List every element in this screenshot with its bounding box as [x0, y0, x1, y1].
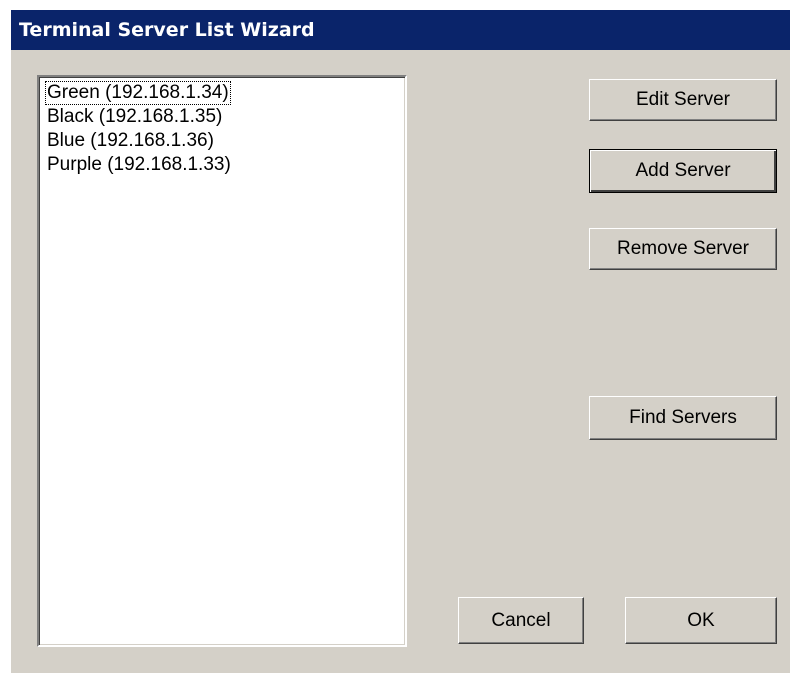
- find-servers-button[interactable]: Find Servers: [589, 396, 777, 440]
- cancel-button[interactable]: Cancel: [458, 597, 584, 644]
- add-server-button[interactable]: Add Server: [589, 149, 777, 193]
- remove-server-button[interactable]: Remove Server: [589, 228, 777, 270]
- list-item[interactable]: Green (192.168.1.34): [45, 81, 231, 105]
- list-item[interactable]: Black (192.168.1.35): [45, 105, 224, 129]
- list-item[interactable]: Blue (192.168.1.36): [45, 129, 216, 153]
- ok-button[interactable]: OK: [625, 597, 777, 644]
- server-listbox[interactable]: Green (192.168.1.34) Black (192.168.1.35…: [37, 75, 407, 647]
- title-bar[interactable]: Terminal Server List Wizard: [11, 10, 790, 50]
- list-item[interactable]: Purple (192.168.1.33): [45, 153, 233, 177]
- wizard-dialog: Terminal Server List Wizard Green (192.1…: [10, 10, 790, 673]
- edit-server-button[interactable]: Edit Server: [589, 79, 777, 121]
- window-title: Terminal Server List Wizard: [19, 19, 315, 41]
